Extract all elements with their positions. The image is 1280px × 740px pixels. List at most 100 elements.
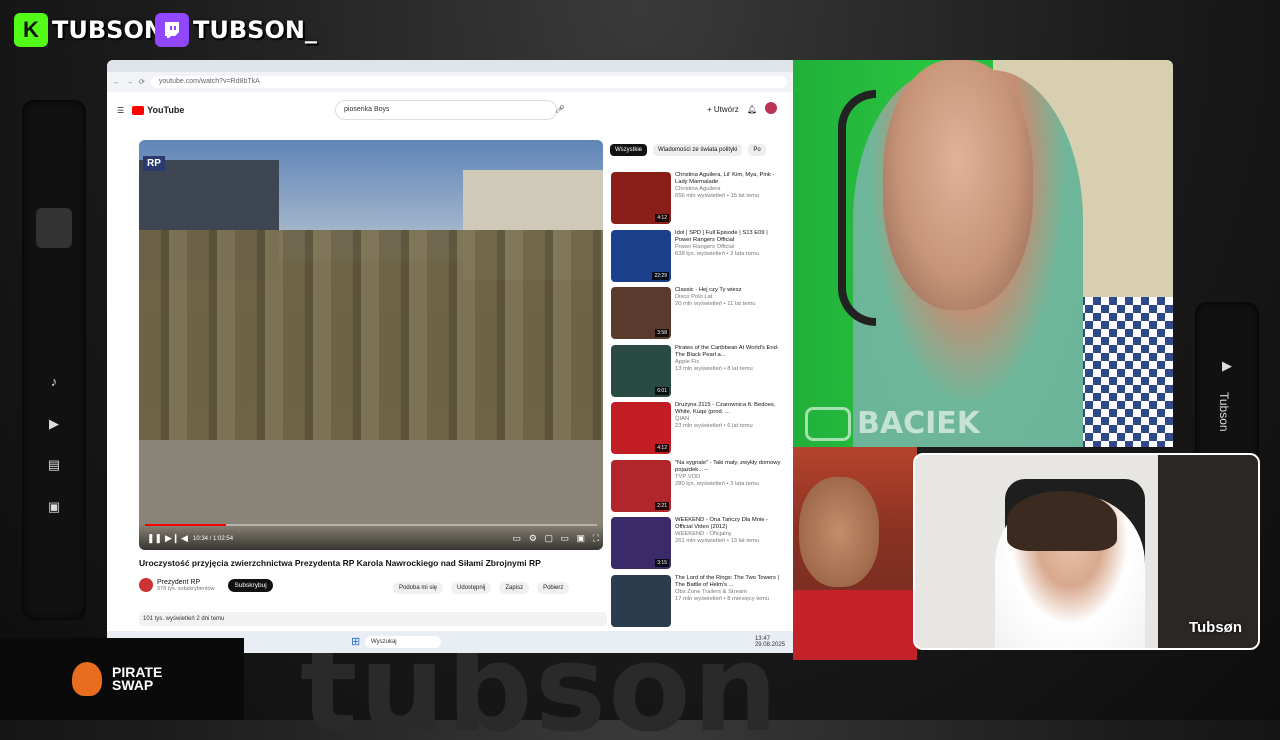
back-icon[interactable]: ← (113, 79, 120, 86)
rec-thumbnail[interactable] (611, 574, 671, 627)
browser-window: ← → ⟳ youtube.com/watch?v=Rd8bTkA ☰ YouT… (107, 60, 793, 653)
reload-icon[interactable]: ⟳ (139, 78, 145, 86)
rec-thumbnail[interactable]: 4:12 (611, 402, 671, 454)
search-input[interactable]: piosenka Boys (335, 100, 557, 120)
rec-thumbnail[interactable]: 6:01 (611, 344, 671, 397)
youtube-logo[interactable]: YouTube (132, 105, 184, 115)
menu-icon[interactable]: ☰ (117, 106, 124, 115)
list-item[interactable]: 3:15 WEEKEND - Ona Tańczy Dla Mnie - Offi… (611, 517, 781, 571)
download-button[interactable]: Pobierz (537, 582, 570, 594)
rec-channel: WEEKEND - Oficjalny (675, 531, 732, 537)
rec-duration: 4:12 (655, 214, 669, 222)
kick-icon: K (14, 13, 48, 47)
address-bar: ← → ⟳ youtube.com/watch?v=Rd8bTkA (107, 72, 793, 92)
youtube-wordmark: YouTube (147, 105, 185, 115)
list-item[interactable]: 3:58 Classic - Hej czy Ty wiesz Disco Polo… (611, 287, 781, 341)
settings-icon[interactable]: ⚙ (529, 533, 537, 544)
progress-bar[interactable] (145, 524, 597, 526)
subscribe-button[interactable]: Subskrybuj (228, 578, 273, 592)
next-icon[interactable]: ▶❙ (165, 533, 179, 544)
list-item[interactable]: 6:01 Pirates of the Caribbean At World's … (611, 344, 781, 399)
rec-stats: 656 mln wyświetleń • 15 lat temu (675, 193, 760, 199)
windows-start-icon[interactable]: ⊞ (351, 635, 360, 648)
image-icon: ▣ (47, 499, 61, 514)
chip-more[interactable]: Po (748, 144, 766, 156)
rec-meta: WEEKEND - Ona Tańczy Dla Mnie - Official… (675, 517, 781, 571)
rec-meta: Classic - Hej czy Ty wiesz Disco Polo Lat… (675, 287, 781, 341)
like-button[interactable]: Podoba mi się (393, 582, 444, 594)
list-item[interactable]: 2:21 "Na sygnale" - Taki mały, zwykły dom… (611, 459, 781, 514)
forward-icon[interactable]: → (126, 79, 133, 86)
video-icon: ▶ (49, 416, 59, 431)
description-box[interactable]: 101 tys. wyświetleń 2 dni temu (139, 612, 607, 626)
rec-stats: 280 tys. wyświetleń • 3 lata temu (675, 480, 759, 487)
channel-badge: RP (143, 156, 165, 171)
rec-channel: Christina Aguilera (675, 186, 721, 192)
rec-thumbnail[interactable]: 22:29 (611, 229, 671, 282)
cam-watermark: BACIEK (805, 406, 980, 441)
rec-title: Drużyna 2115 - Czarownica ft. Bedoes, Wh… (675, 402, 776, 415)
headphones-icon (838, 90, 876, 326)
list-item[interactable]: The Lord of the Rings: The Two Towers | … (611, 574, 781, 629)
rec-channel: TVP VOD (675, 473, 701, 480)
rec-channel: Obs Zone Trailers & Stream (675, 588, 747, 595)
progress-fill (145, 524, 227, 526)
music-icon: ♪ (50, 374, 58, 389)
chip-all[interactable]: Wszystkie (610, 144, 647, 156)
theater-icon[interactable]: ▭ (560, 533, 569, 544)
system-tray: 13:47 29.08.2025 (755, 636, 785, 648)
rec-duration: 4:12 (655, 444, 669, 452)
video-player[interactable]: RP ❚❚ ▶❙ ◀ 10:34 / 1:02:54 ▭ ⚙ ▢ ▭ ▣ ⛶ (139, 140, 603, 550)
bell-icon[interactable]: 🔔︎ (747, 105, 757, 114)
rec-meta: "Na sygnale" - Taki mały, zwykły domowy … (675, 460, 781, 514)
filter-chips: Wszystkie Wiadomości ze świata polityki … (610, 144, 766, 156)
rec-meta: The Lord of the Rings: The Two Towers | … (675, 575, 781, 629)
youtube-play-icon (132, 105, 145, 115)
url-field[interactable]: youtube.com/watch?v=Rd8bTkA (150, 76, 787, 88)
taskbar-search[interactable]: Wyszukaj (365, 636, 441, 648)
side-label: Tubson (1217, 392, 1231, 432)
sponsor-line2: SWAP (112, 677, 154, 693)
video-title: Uroczystość przyjęcia zwierzchnictwa Pre… (139, 558, 541, 568)
rec-thumbnail[interactable]: 3:15 (611, 517, 671, 569)
create-button[interactable]: + Utwórz (707, 105, 739, 114)
cast-icon[interactable]: ▣ (576, 533, 585, 544)
mic-icon[interactable]: 🎤︎ (555, 105, 565, 114)
rec-meta: Christina Aguilera, Lil' Kim, Mya, Pink … (675, 172, 781, 226)
youtube-header: ☰ YouTube piosenka Boys 🎤︎ + Utwórz 🔔︎ (107, 92, 793, 128)
rec-duration: 6:01 (655, 386, 669, 395)
cam-watermark-text: BACIEK (857, 406, 981, 441)
subtitles-icon[interactable]: ▭ (512, 533, 521, 544)
rec-stats: 638 tys. wyświetleń • 2 lata temu (675, 250, 759, 257)
twitch-icon (155, 13, 189, 47)
fullscreen-icon[interactable]: ⛶ (593, 533, 599, 544)
volume-icon[interactable]: ◀ (181, 533, 188, 544)
sponsor-banner: PIRATE SWAP (0, 638, 244, 720)
tab-strip (107, 60, 793, 72)
date: 29.08.2025 (754, 642, 785, 648)
kick-handle: TUBSON (52, 16, 164, 44)
list-item[interactable]: 4:12 Drużyna 2115 - Czarownica ft. Bedoes… (611, 402, 781, 456)
channel-avatar[interactable] (139, 578, 153, 592)
rec-thumbnail[interactable]: 3:58 (611, 287, 671, 339)
rec-thumbnail[interactable]: 4:12 (611, 172, 671, 224)
sponsor-name: PIRATE SWAP (112, 665, 162, 693)
rec-duration: 2:21 (655, 501, 669, 510)
save-button[interactable]: Zapisz (499, 582, 530, 594)
rec-thumbnail[interactable]: 2:21 (611, 459, 671, 512)
rec-duration: 3:15 (655, 559, 669, 567)
rec-meta: Idol | SPD | Full Episode | S13 E09 | Po… (675, 230, 781, 284)
list-item[interactable]: 22:29 Idol | SPD | Full Episode | S13 E09… (611, 229, 781, 284)
avatar[interactable] (765, 102, 777, 114)
pause-icon[interactable]: ❚❚ (147, 533, 162, 544)
rec-stats: 261 mln wyświetleń • 13 lat temu (675, 538, 760, 544)
list-item[interactable]: 4:12 Christina Aguilera, Lil' Kim, Mya, P… (611, 172, 781, 226)
chip-politics[interactable]: Wiadomości ze świata polityki (653, 144, 743, 156)
share-button[interactable]: Udostępnij (451, 582, 492, 594)
miniplayer-icon[interactable]: ▢ (544, 533, 553, 544)
rec-meta: Drużyna 2115 - Czarownica ft. Bedoes, Wh… (675, 402, 781, 456)
rec-title: Pirates of the Caribbean At World's End-… (675, 344, 779, 358)
channel-name[interactable]: Prezydent RP (157, 579, 214, 586)
youtube-icon: ▶ (1222, 358, 1232, 373)
rec-title: "Na sygnale" - Taki mały, zwykły domowy … (675, 459, 781, 473)
